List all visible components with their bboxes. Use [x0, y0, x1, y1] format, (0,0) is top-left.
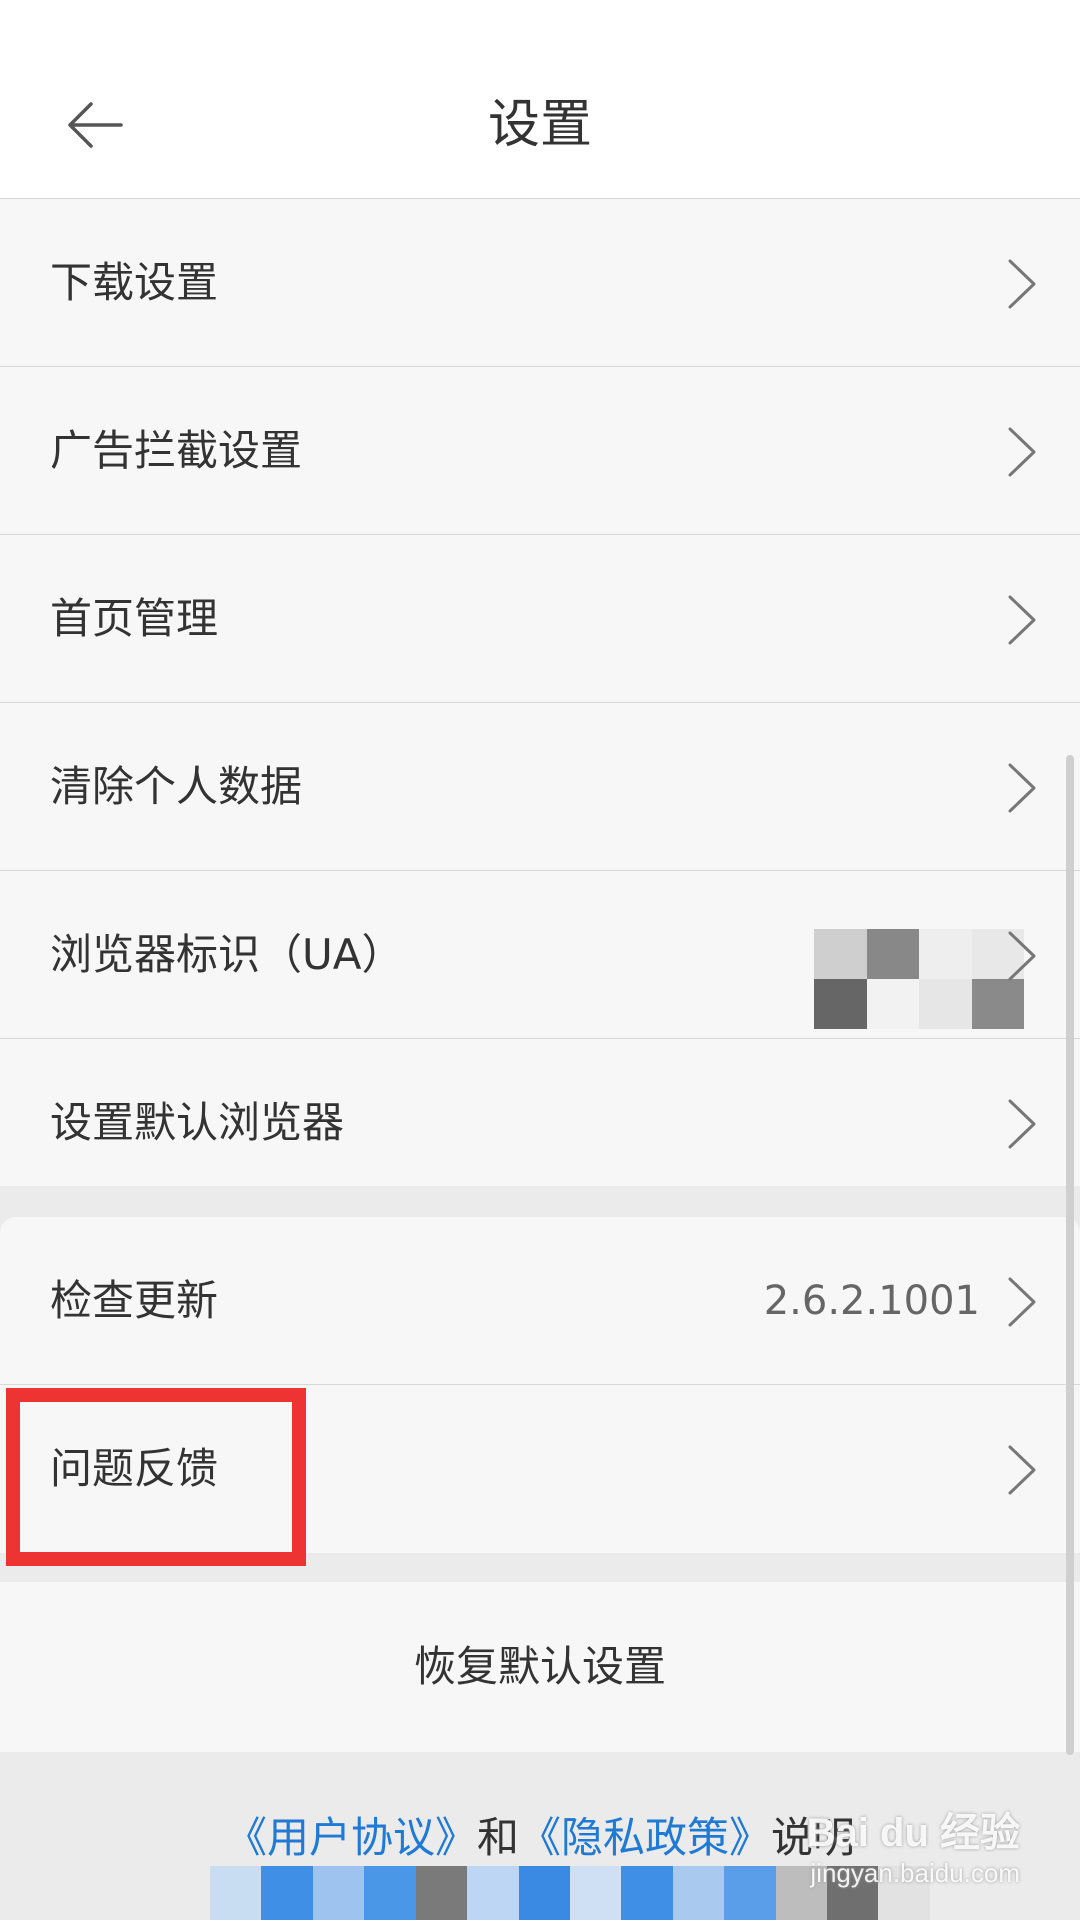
restore-defaults-button[interactable]: 恢复默认设置 [0, 1582, 1080, 1752]
footer-and-text: 和 [476, 1813, 519, 1862]
chevron-right-icon [1008, 1445, 1036, 1495]
settings-row-default-browser[interactable]: 设置默认浏览器 [0, 1039, 1080, 1207]
watermark-top: Bai du 经验 [806, 1811, 1020, 1855]
row-label: 浏览器标识（UA） [50, 930, 404, 979]
settings-row-user-agent[interactable]: 浏览器标识（UA） [0, 871, 1080, 1039]
row-label: 下载设置 [50, 258, 219, 307]
watermark-bottom: jingyan.baidu.com [810, 1858, 1020, 1888]
header-bar: 设置 [0, 0, 1080, 199]
row-label: 广告拦截设置 [50, 426, 303, 475]
row-label: 清除个人数据 [50, 762, 303, 811]
settings-row-check-update[interactable]: 检查更新 2.6.2.1001 [0, 1217, 1080, 1385]
row-label: 首页管理 [50, 594, 219, 643]
chevron-right-icon [1008, 1099, 1036, 1149]
user-agreement-link[interactable]: 《用户协议》 [225, 1813, 477, 1862]
blurred-value [814, 929, 1024, 1029]
settings-row-clear-data[interactable]: 清除个人数据 [0, 703, 1080, 871]
chevron-right-icon [1008, 763, 1036, 813]
highlight-annotation [6, 1388, 306, 1566]
settings-list-main: 下载设置 广告拦截设置 首页管理 清除个人数据 浏览器标识（UA） 设置默认浏览… [0, 199, 1080, 1186]
settings-row-adblock[interactable]: 广告拦截设置 [0, 367, 1080, 535]
row-label: 设置默认浏览器 [50, 1098, 345, 1147]
scrollbar[interactable] [1066, 755, 1074, 1755]
chevron-right-icon [1008, 1277, 1036, 1327]
chevron-right-icon [1008, 427, 1036, 477]
watermark-logo: Bai du 经验 jingyan.baidu.com [807, 1800, 1020, 1889]
row-label: 检查更新 [50, 1276, 219, 1325]
settings-row-download[interactable]: 下载设置 [0, 199, 1080, 367]
chevron-right-icon [1008, 259, 1036, 309]
settings-page: 设置 下载设置 广告拦截设置 首页管理 清除个人数据 浏览器标识（UA） 设置默… [0, 0, 1080, 1920]
page-title: 设置 [487, 95, 592, 155]
chevron-right-icon [1008, 931, 1036, 981]
version-value: 2.6.2.1001 [763, 1278, 980, 1324]
settings-row-homepage[interactable]: 首页管理 [0, 535, 1080, 703]
chevron-right-icon [1008, 595, 1036, 645]
privacy-policy-link[interactable]: 《隐私政策》 [519, 1813, 771, 1862]
